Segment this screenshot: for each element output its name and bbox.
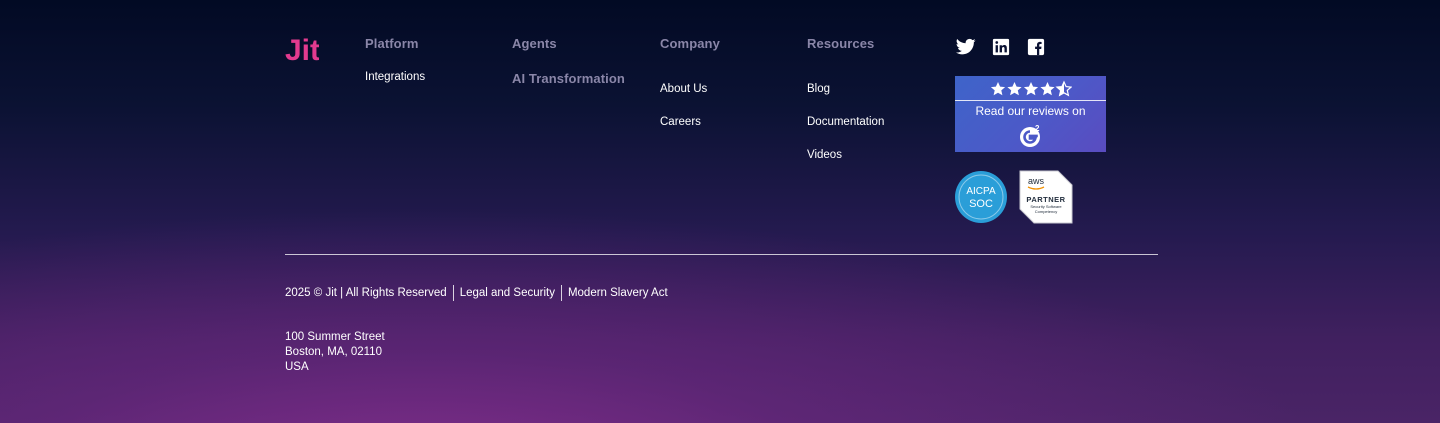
g2-reviews-text: Read our reviews on bbox=[975, 104, 1086, 118]
svg-text:SOC: SOC bbox=[969, 198, 993, 210]
modern-slavery-act-link[interactable]: Modern Slavery Act bbox=[568, 287, 668, 299]
legal-separator bbox=[560, 285, 562, 301]
rating-stars-icon bbox=[990, 81, 1072, 96]
footer-heading-resources[interactable]: Resources bbox=[807, 36, 874, 51]
svg-text:Competency: Competency bbox=[1035, 209, 1057, 214]
svg-text:aws: aws bbox=[1028, 176, 1045, 186]
address-street: 100 Summer Street bbox=[285, 331, 385, 343]
address-country: USA bbox=[285, 361, 309, 373]
footer-heading-company[interactable]: Company bbox=[660, 36, 720, 51]
aicpa-soc-badge[interactable]: AICPA SOC bbox=[954, 170, 1008, 224]
svg-text:2: 2 bbox=[1035, 124, 1040, 133]
svg-text:AICPA: AICPA bbox=[966, 186, 996, 197]
legal-separator bbox=[452, 285, 454, 301]
footer-link-about-us[interactable]: About Us bbox=[660, 83, 707, 95]
legal-row: 2025 © Jit | All Rights Reserved Legal a… bbox=[285, 285, 668, 301]
copyright-text: 2025 © Jit | All Rights Reserved bbox=[285, 287, 447, 299]
footer-link-videos[interactable]: Videos bbox=[807, 149, 842, 161]
linkedin-icon[interactable] bbox=[991, 38, 1011, 56]
g2-reviews-badge[interactable]: Read our reviews on 2 bbox=[955, 76, 1106, 152]
footer-link-blog[interactable]: Blog bbox=[807, 83, 830, 95]
g2-logo-icon: 2 bbox=[1020, 124, 1040, 147]
site-footer: Jit Platform Agents Company Resources In… bbox=[0, 0, 1440, 423]
footer-heading-agents[interactable]: Agents bbox=[512, 36, 557, 51]
footer-link-integrations[interactable]: Integrations bbox=[365, 71, 425, 83]
footer-link-careers[interactable]: Careers bbox=[660, 116, 701, 128]
twitter-icon[interactable] bbox=[956, 38, 976, 56]
jit-logo[interactable]: Jit bbox=[285, 34, 319, 68]
footer-divider bbox=[285, 254, 1158, 255]
svg-text:Jit: Jit bbox=[285, 34, 319, 67]
footer-heading-platform[interactable]: Platform bbox=[365, 36, 419, 51]
legal-and-security-link[interactable]: Legal and Security bbox=[460, 287, 555, 299]
address-city: Boston, MA, 02110 bbox=[285, 346, 382, 358]
svg-text:PARTNER: PARTNER bbox=[1026, 195, 1065, 204]
facebook-icon[interactable] bbox=[1026, 38, 1046, 56]
footer-link-ai-transformation[interactable]: AI Transformation bbox=[512, 71, 625, 86]
badge-divider bbox=[955, 100, 1106, 101]
footer-link-documentation[interactable]: Documentation bbox=[807, 116, 884, 128]
aws-partner-badge[interactable]: aws PARTNER Security Software Competency bbox=[1019, 170, 1073, 224]
